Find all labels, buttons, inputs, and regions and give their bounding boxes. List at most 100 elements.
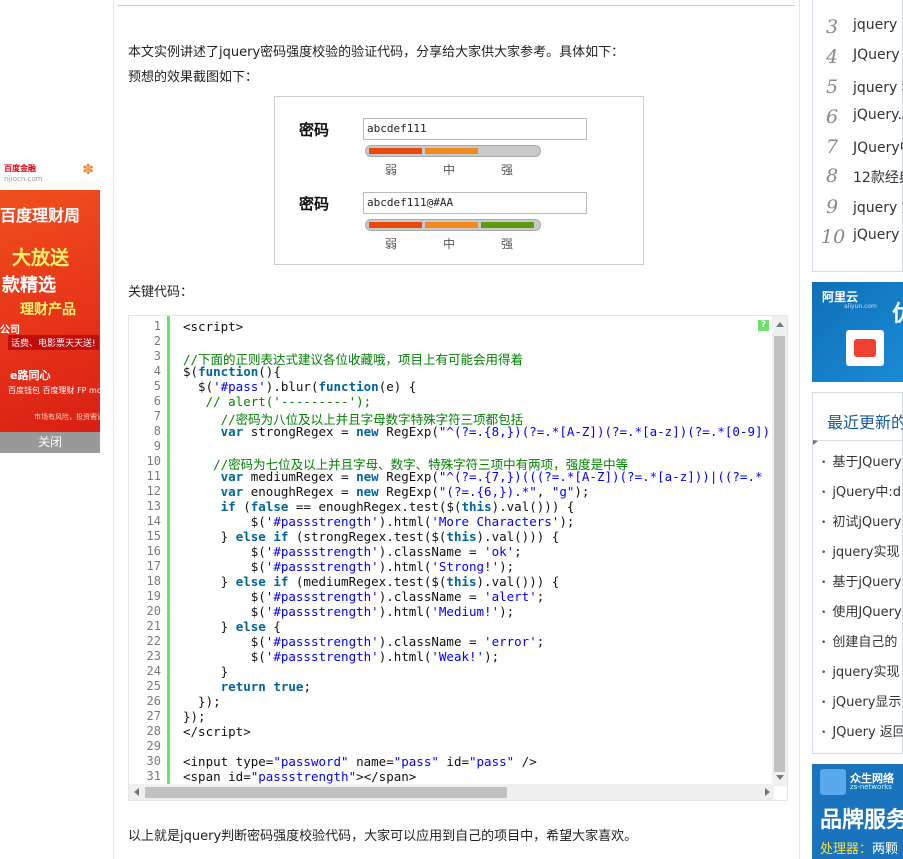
horizontal-scrollbar[interactable]	[129, 784, 774, 800]
line-number: 13	[146, 499, 161, 513]
strength-segment-medium	[425, 222, 478, 228]
scroll-right-arrow-icon[interactable]	[765, 788, 770, 796]
strength-bar	[365, 219, 541, 231]
rank-number: 6	[826, 106, 839, 128]
password-label: 密码	[299, 121, 330, 139]
recent-link[interactable]: jquery实现	[821, 541, 899, 560]
ranked-list: 3 jquery $ 4 JQuery 5 jquery 移 6 jQuery.…	[812, 0, 903, 272]
code-block[interactable]: 1 2 3 4 5 6 7 8 9 10 11 12 13 14 15 16 17 18 19 20 21 22 23 24 2…	[128, 315, 788, 801]
vertical-scroll-thumb[interactable]	[774, 336, 785, 772]
code-line: $('#passstrength').className = 'error';	[183, 634, 545, 649]
rank-number: 9	[826, 196, 839, 218]
zs-spec: 处理器：两颗	[820, 838, 898, 857]
ranked-link[interactable]: jquery 移	[853, 77, 903, 97]
code-line: </script>	[183, 724, 251, 739]
horizontal-scroll-thumb[interactable]	[145, 787, 507, 798]
ad-partner-sub: 百度钱包 百度理财 FP money	[8, 386, 100, 395]
code-line: } else {	[183, 619, 281, 634]
zs-spec-label: 处理器：	[820, 842, 873, 857]
strength-label-medium: 中	[443, 163, 456, 177]
recent-link[interactable]: 基于jQuery	[821, 571, 901, 590]
article-outro: 以上就是jquery判断密码强度校验代码，大家可以应用到自己的项目中，希望大家喜…	[128, 829, 638, 844]
strength-segment-strong	[481, 222, 534, 228]
right-sidebar: 3 jquery $ 4 JQuery 5 jquery 移 6 jQuery.…	[812, 0, 903, 859]
recent-link[interactable]: 初试jQuery	[821, 511, 901, 530]
code-line: $('#passstrength').html('Strong!');	[183, 559, 515, 574]
scroll-left-arrow-icon[interactable]	[134, 788, 139, 796]
strength-segment-weak	[369, 148, 422, 154]
ranked-link[interactable]: jQuery l	[853, 227, 903, 243]
article-content: 本文实例讲述了jquery密码强度校验的验证代码，分享给大家供大家参考。具体如下…	[113, 0, 800, 859]
password-label: 密码	[299, 195, 330, 213]
rank-number: 7	[826, 136, 839, 158]
ad-close-button[interactable]: 关闭	[0, 432, 100, 453]
recent-link[interactable]: jQuery中:d	[821, 481, 901, 500]
line-number: 26	[146, 694, 161, 708]
recent-link[interactable]: 使用JQuery	[821, 601, 901, 620]
line-number: 17	[146, 559, 161, 573]
password-input: abcdef111	[363, 118, 587, 140]
ranked-link[interactable]: jquery $	[853, 17, 903, 33]
aliyun-ad[interactable]: 阿里云 aliyun.com 优	[812, 282, 903, 382]
vertical-scrollbar[interactable]	[772, 316, 787, 786]
ad-banner-text: 话费、电影票天天送!	[8, 335, 99, 350]
code-line: $(function(){	[183, 364, 281, 379]
left-ad-banner[interactable]: 百度金融 rijiocn.com ✽ 百度理财周 大放送 款精选 理财产品 公司…	[0, 157, 100, 432]
recent-heading: 最近更新的	[827, 413, 903, 432]
line-number: 3	[153, 349, 161, 363]
line-number: 31	[146, 769, 161, 783]
ad-products-1: 款精选	[2, 275, 56, 296]
line-number: 28	[146, 724, 161, 738]
code-line: $('#passstrength').html('More Characters…	[183, 514, 575, 529]
ranked-link[interactable]: jquery 如	[853, 197, 903, 217]
recent-link[interactable]: 创建自己的	[821, 631, 897, 650]
code-line: if (false == enoughRegex.test($(this).va…	[220, 499, 575, 514]
recent-link[interactable]: jquery实现	[821, 661, 899, 680]
line-number: 20	[146, 604, 161, 618]
code-line: $('#passstrength').html('Weak!');	[183, 649, 500, 664]
ranked-link[interactable]: 12款经典	[853, 167, 903, 187]
strength-label-weak: 弱	[385, 163, 398, 177]
code-line: $('#passstrength').html('Medium!');	[183, 604, 515, 619]
recent-link[interactable]: jQuery显示	[821, 691, 901, 710]
line-number: 4	[153, 364, 161, 378]
line-number: 12	[146, 484, 161, 498]
paw-icon: ✽	[82, 162, 94, 178]
ranked-link[interactable]: JQuery中	[853, 137, 903, 157]
ad-logo-strip: 百度金融 rijiocn.com ✽	[0, 157, 100, 190]
scroll-down-arrow-icon[interactable]	[776, 775, 784, 780]
ad-headline: 百度理财周	[0, 206, 81, 225]
strength-bar	[365, 145, 541, 157]
ad-company: 公司	[0, 325, 20, 336]
app-icon	[846, 330, 884, 366]
ranked-link[interactable]: jQuery.A	[853, 107, 903, 123]
line-number: 22	[146, 634, 161, 648]
key-code-caption: 关键代码：	[128, 285, 194, 300]
recent-updates: 最近更新的 基于JQuery jQuery中:d 初试jQuery jquery…	[812, 392, 903, 754]
code-line: <script>	[183, 319, 244, 334]
line-number: 9	[153, 439, 161, 453]
line-number: 18	[146, 574, 161, 588]
ad-brand: 百度金融	[4, 164, 36, 173]
recent-link[interactable]: 基于JQuery	[821, 451, 901, 470]
code-line: <span id="passstrength"></span>	[183, 769, 417, 784]
help-icon[interactable]: ?	[758, 320, 769, 331]
code-line: $('#pass').blur(function(e) {	[183, 379, 417, 394]
code-line: return true;	[220, 679, 311, 694]
line-number: 11	[146, 469, 161, 483]
demo-screenshot: 密码 abcdef111 弱 中 强 密码 abcdef111@#AA 弱 中 …	[274, 96, 644, 265]
line-number: 5	[153, 379, 161, 393]
strength-label-weak: 弱	[385, 237, 398, 251]
recent-link[interactable]: JQuery 返回	[821, 721, 903, 740]
ranked-link[interactable]: JQuery	[853, 47, 900, 63]
aliyun-logo-sub: aliyun.com	[844, 303, 877, 310]
gutter-line	[167, 316, 170, 786]
zs-networks-ad[interactable]: 众生网络 zs-networks 品牌服务 处理器：两颗	[812, 764, 903, 859]
strength-label-strong: 强	[501, 237, 514, 251]
zs-logo-icon	[820, 769, 846, 795]
code-line: var strongRegex = new RegExp("^(?=.{8,})…	[220, 424, 771, 439]
line-number: 25	[146, 679, 161, 693]
aliyun-ad-text: 优	[892, 296, 903, 328]
rank-number: 8	[826, 165, 839, 187]
scroll-up-arrow-icon[interactable]	[776, 322, 784, 327]
